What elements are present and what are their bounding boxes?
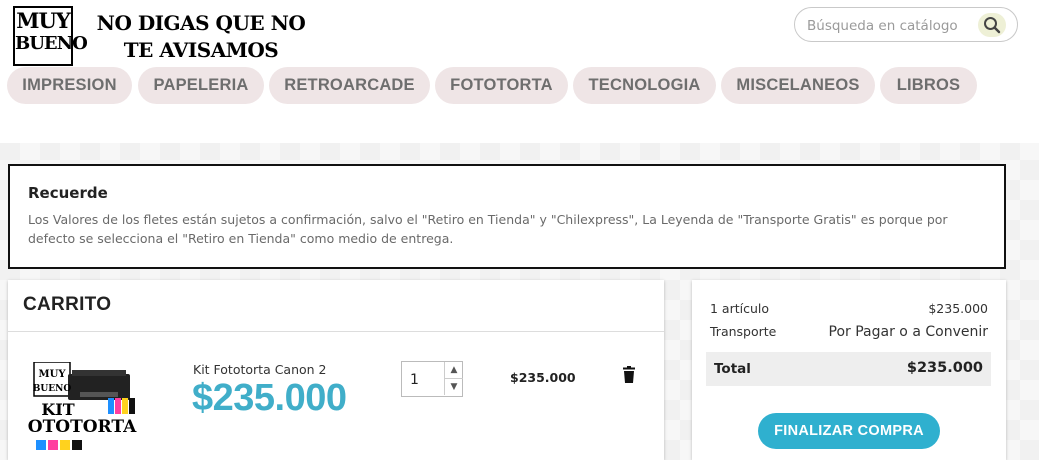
search-input[interactable]	[805, 14, 974, 38]
nav-item-retroarcade[interactable]: RETROARCADE	[269, 67, 430, 104]
tagline: NO DIGAS QUE NO TE AVISAMOS	[86, 10, 316, 64]
summary-total-row: Total $235.000	[706, 352, 991, 386]
quantity-input[interactable]	[408, 369, 442, 391]
nav-item-tecnologia[interactable]: TECNOLOGIA	[573, 67, 716, 104]
image-brand-line-2: BUENO	[33, 384, 72, 394]
summary-total-value: $235.000	[906, 360, 983, 376]
product-price: $235.000	[192, 377, 347, 419]
cart-divider	[8, 331, 664, 332]
line-total: $235.000	[510, 370, 576, 385]
trash-icon	[623, 366, 635, 383]
quantity-increase-button[interactable]: ▲	[444, 362, 463, 379]
search-icon	[984, 17, 1001, 34]
chevron-down-icon: ▼	[450, 382, 458, 392]
logo[interactable]: MUY BUENO	[13, 6, 88, 66]
summary-items-row: 1 artículo $235.000	[710, 301, 988, 316]
summary-shipping-row: Transporte Por Pagar o a Convenir	[710, 324, 988, 340]
shipping-notice: Recuerde Los Valores de los fletes están…	[8, 164, 1006, 269]
nav-item-impresion[interactable]: IMPRESION	[7, 67, 132, 104]
search-button[interactable]	[978, 13, 1006, 37]
notice-body: Los Valores de los fletes están sujetos …	[28, 212, 948, 246]
image-product-text: FOTOTORTA	[28, 417, 137, 437]
search-box	[794, 7, 1018, 42]
nav-item-miscelaneos[interactable]: MISCELANEOS	[721, 67, 875, 104]
summary-items-value: $235.000	[928, 301, 988, 316]
logo-line-1: MUY	[16, 8, 71, 33]
remove-item-button[interactable]	[621, 366, 637, 384]
summary-total-label: Total	[714, 361, 751, 377]
product-image[interactable]: MUY BUENO KIT FOTOTORTA	[28, 362, 146, 452]
site-header: MUY BUENO NO DIGAS QUE NO TE AVISAMOS IM…	[0, 0, 1039, 143]
tagline-line-1: NO DIGAS QUE NO	[96, 11, 306, 35]
logo-line-2: BUENO	[15, 33, 88, 54]
quantity-decrease-button[interactable]: ▼	[444, 379, 463, 395]
image-brand-line-1: MUY	[39, 369, 67, 380]
summary-shipping-value: Por Pagar o a Convenir	[828, 324, 988, 340]
nav-item-papeleria[interactable]: PAPELERIA	[138, 67, 264, 104]
nav-item-fototorta[interactable]: FOTOTORTA	[435, 67, 568, 104]
notice-title: Recuerde	[28, 184, 108, 202]
nav-item-libros[interactable]: LIBROS	[880, 67, 977, 104]
product-name[interactable]: Kit Fototorta Canon 2	[193, 362, 327, 377]
summary-items-label: 1 artículo	[710, 301, 770, 316]
tagline-line-2: TE AVISAMOS	[123, 38, 279, 62]
quantity-stepper: ▲ ▼	[401, 361, 463, 397]
summary-shipping-label: Transporte	[710, 324, 777, 339]
chevron-up-icon: ▲	[450, 365, 458, 375]
order-summary: 1 artículo $235.000 Transporte Por Pagar…	[692, 280, 1006, 460]
cart-title: CARRITO	[23, 294, 112, 315]
checkout-button[interactable]: FINALIZAR COMPRA	[758, 413, 940, 449]
product-image-graphic: MUY BUENO KIT FOTOTORTA	[28, 362, 137, 450]
